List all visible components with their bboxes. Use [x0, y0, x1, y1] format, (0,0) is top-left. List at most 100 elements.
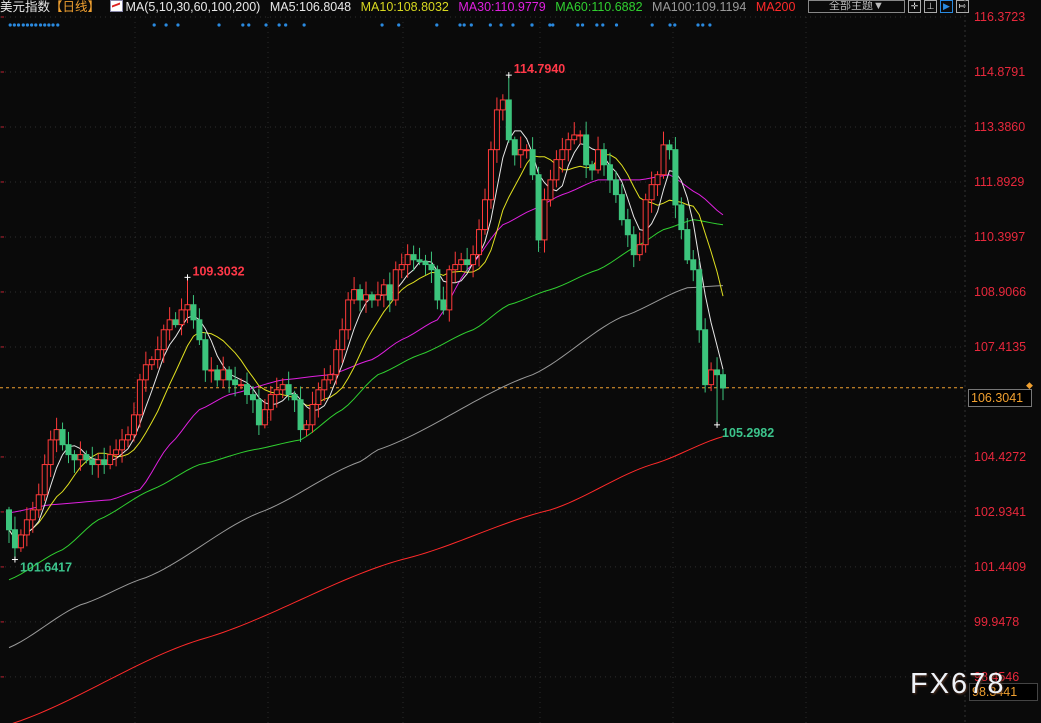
candle	[17, 529, 24, 552]
candle-body	[612, 179, 619, 196]
event-marker	[12, 23, 16, 27]
gridlines	[0, 0, 966, 723]
candle-body	[119, 439, 126, 451]
candle	[41, 454, 48, 502]
candle	[89, 446, 96, 475]
candle-body	[65, 444, 72, 456]
candle-body	[416, 259, 423, 263]
event-marker	[673, 23, 677, 27]
candles	[6, 75, 726, 560]
event-marker	[176, 23, 180, 27]
candle-body	[458, 259, 465, 266]
candle-body	[714, 369, 721, 376]
candle	[702, 318, 709, 393]
candle	[708, 362, 715, 392]
candle	[440, 286, 447, 315]
candle-body	[547, 179, 554, 201]
candle-body	[244, 384, 250, 396]
candle-body	[696, 269, 703, 331]
candle	[476, 219, 483, 267]
candle-body	[690, 259, 697, 271]
candle	[684, 218, 691, 265]
candle-body	[196, 319, 203, 341]
extreme-labels: 109.3032 114.7940 101.6417 105.2982	[11, 62, 774, 575]
candle-body	[386, 284, 393, 301]
event-marker	[576, 23, 580, 27]
candle-body	[392, 269, 399, 301]
candle-body	[184, 304, 191, 311]
candle-body	[327, 374, 334, 381]
candle	[589, 160, 596, 181]
candle-body	[559, 149, 566, 161]
candle-body	[428, 264, 435, 271]
candle	[357, 284, 364, 312]
candle	[618, 184, 625, 226]
low-price-label: 101.6417	[20, 561, 72, 575]
event-marker	[601, 23, 605, 27]
candle-body	[702, 329, 709, 386]
candle	[142, 351, 149, 392]
candle-body	[190, 304, 197, 321]
candle	[505, 75, 512, 143]
candle	[511, 136, 518, 166]
candle	[666, 139, 673, 160]
y-tick-label: 110.3997	[974, 230, 1025, 244]
event-marker	[277, 23, 281, 27]
candle	[339, 318, 346, 363]
event-marker	[152, 23, 156, 27]
candle	[321, 368, 328, 402]
candle	[53, 417, 60, 453]
candle-body	[321, 379, 328, 391]
event-marker	[548, 23, 552, 27]
event-marker	[551, 23, 555, 27]
candle-body	[541, 199, 548, 241]
candle-body	[6, 509, 12, 531]
candlestick-chart[interactable]: 109.3032 114.7940 101.6417 105.2982 116.372…	[0, 0, 1041, 723]
candle-body	[107, 454, 114, 466]
candle	[226, 366, 233, 393]
candle-body	[255, 399, 262, 426]
candle-body	[368, 294, 375, 301]
candle-body	[642, 199, 649, 246]
candle-body	[130, 414, 137, 436]
event-marker	[708, 23, 712, 27]
candle	[47, 430, 54, 478]
candle-body	[398, 264, 405, 271]
candle-body	[172, 319, 179, 326]
candle	[130, 402, 137, 442]
candle-body	[589, 164, 596, 171]
candle-body	[297, 399, 304, 431]
candle-body	[41, 464, 48, 496]
event-marker	[668, 23, 672, 27]
candle	[660, 131, 667, 179]
candle	[232, 366, 239, 397]
candle-body	[53, 429, 60, 441]
y-tick-label: 102.9341	[974, 505, 1026, 519]
candle	[220, 356, 227, 388]
y-tick-label: 111.8929	[974, 175, 1024, 189]
event-marker	[580, 23, 585, 27]
y-tick-label: 114.8791	[974, 65, 1025, 79]
candle	[345, 292, 352, 340]
candle	[392, 261, 399, 306]
candle-body	[380, 284, 387, 296]
candle-body	[160, 329, 167, 351]
candle-body	[11, 529, 18, 549]
candle-body	[595, 149, 602, 171]
event-marker	[47, 23, 51, 27]
candle-body	[83, 454, 90, 461]
candle	[696, 259, 703, 343]
candle	[380, 278, 387, 308]
candle-body	[523, 149, 530, 152]
candle	[6, 506, 12, 544]
candle-body	[654, 174, 661, 186]
candle-body	[35, 494, 42, 511]
candle-body	[333, 349, 340, 376]
candle-body	[71, 454, 78, 461]
event-marker	[43, 23, 47, 27]
candle-body	[553, 159, 560, 181]
candle-body	[125, 434, 131, 441]
high-price-label: 114.7940	[514, 62, 565, 76]
candle	[208, 357, 215, 383]
candle	[327, 365, 334, 384]
